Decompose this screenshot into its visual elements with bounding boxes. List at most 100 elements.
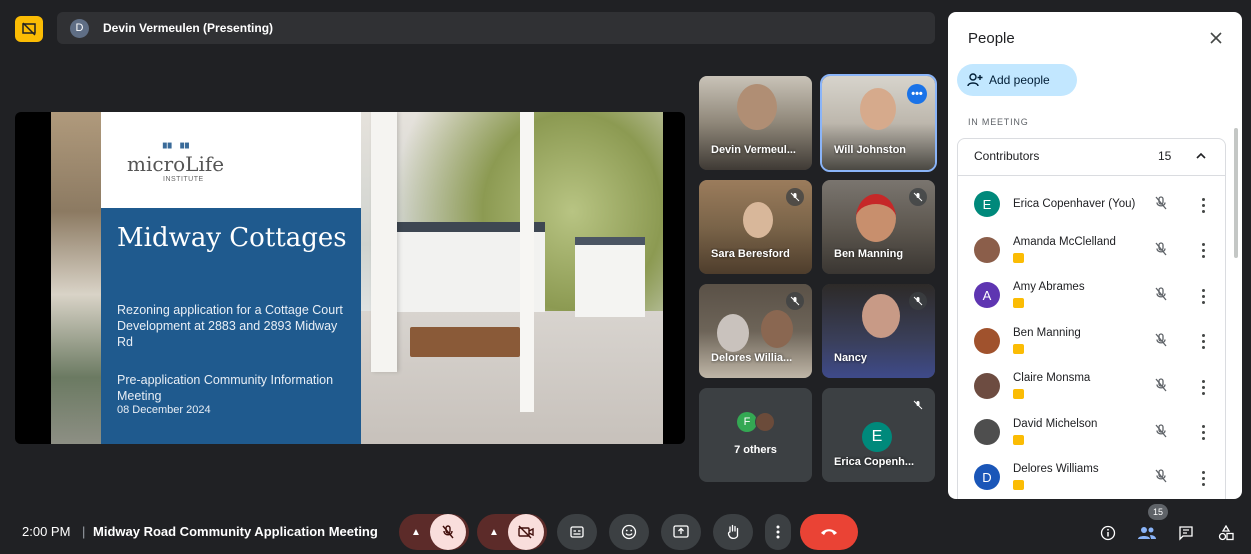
participant-name: Delores Williams (1013, 463, 1099, 475)
tile-name: Nancy (834, 352, 868, 364)
logo-text: microLife (127, 152, 225, 176)
group-count: 15 (1158, 149, 1172, 163)
chat-button[interactable] (1175, 522, 1197, 544)
participant-row[interactable]: E Erica Copenhaver (You) (958, 182, 1227, 228)
face (856, 194, 896, 242)
meeting-title: Midway Road Community Application Meetin… (93, 524, 378, 539)
slide-subtitle: Rezoning application for a Cottage Court… (117, 303, 343, 349)
add-people-button[interactable]: Add people (957, 64, 1077, 96)
participant-tile-erica[interactable]: E Erica Copenh... (822, 388, 935, 482)
more-vert-icon[interactable] (1198, 332, 1208, 352)
meeting-details-button[interactable] (1097, 522, 1119, 544)
camera-off-icon (518, 525, 534, 539)
avatar (974, 418, 1000, 445)
more-vert-icon[interactable] (1198, 286, 1208, 306)
presentation-slide: ▗▖▗▖ microLife INSTITUTE Midway Cottages… (15, 112, 685, 444)
participant-tile-delores[interactable]: Delores Willia... (699, 284, 812, 378)
avatar: E (974, 191, 1000, 217)
avatar: D (974, 464, 1000, 490)
mic-off-icon[interactable] (1153, 195, 1169, 216)
participant-row[interactable]: Amanda McClelland (958, 228, 1227, 274)
mic-off-icon[interactable] (1153, 377, 1169, 398)
participant-row[interactable]: A Amy Abrames (958, 273, 1227, 319)
divider (958, 175, 1225, 176)
more-vert-icon[interactable] (1198, 195, 1208, 215)
participant-tile-ben[interactable]: Ben Manning (822, 180, 935, 274)
participant-tile-nancy[interactable]: Nancy (822, 284, 935, 378)
face (737, 84, 777, 130)
leave-call-button[interactable] (800, 514, 858, 550)
slide-photo-left (51, 112, 101, 444)
activities-icon (1218, 525, 1234, 541)
camera-toggle-button[interactable] (508, 514, 544, 550)
logo-icon: ▗▖▗▖ (159, 138, 194, 149)
participant-tile-will[interactable]: ••• Will Johnston (820, 74, 937, 172)
mic-off-icon[interactable] (1153, 468, 1169, 489)
mic-off-icon (786, 292, 804, 310)
scrollbar[interactable] (1234, 128, 1238, 258)
mic-off-icon[interactable] (1153, 332, 1169, 353)
presenter-tag-icon (1013, 480, 1024, 490)
people-icon (1138, 527, 1156, 539)
mic-off-icon[interactable] (1153, 241, 1169, 262)
participant-tile-sara[interactable]: Sara Beresford (699, 180, 812, 274)
people-count-badge: 15 (1148, 504, 1168, 520)
emoji-icon (621, 524, 637, 540)
painting-column-2 (520, 112, 534, 412)
close-icon[interactable] (1206, 28, 1226, 48)
painting-table (410, 327, 520, 357)
painting-column (371, 112, 397, 372)
meet-window: D Devin Vermeulen (Presenting) ▗▖▗▖ micr… (0, 0, 1251, 554)
avatar: F (737, 412, 757, 432)
participant-row[interactable]: David Michelson (958, 410, 1227, 456)
others-tile[interactable]: F 7 others (699, 388, 812, 482)
presenter-tag-icon (1013, 252, 1024, 263)
slide-logo-area: ▗▖▗▖ microLife INSTITUTE (101, 112, 361, 208)
avatar: E (862, 422, 892, 452)
mic-options-button[interactable]: ▲ (402, 514, 430, 550)
participant-row[interactable]: Ben Manning (958, 319, 1227, 365)
mic-off-icon (909, 292, 927, 310)
mic-off-icon[interactable] (1153, 286, 1169, 307)
face (862, 294, 900, 338)
slide-text-panel: Midway Cottages Rezoning application for… (101, 208, 361, 444)
group-label: Contributors (974, 149, 1040, 163)
participant-tile-devin[interactable]: Devin Vermeul... (699, 76, 812, 170)
reactions-button[interactable] (609, 514, 649, 550)
info-icon (1100, 525, 1116, 541)
participant-name: Ben Manning (1013, 326, 1081, 339)
mic-off-icon[interactable] (1153, 423, 1169, 444)
mic-toggle-button[interactable] (430, 514, 466, 550)
avatar (974, 373, 1000, 399)
camera-options-button[interactable]: ▲ (480, 514, 508, 550)
slide-meeting-line: Pre-application Community Information Me… (117, 373, 334, 403)
participant-row[interactable]: D Delores Williams (958, 455, 1227, 499)
avatar (755, 412, 775, 432)
add-person-icon (967, 73, 983, 87)
people-button[interactable] (1136, 522, 1158, 544)
face (860, 88, 896, 130)
chevron-up-icon[interactable] (1195, 149, 1207, 167)
more-vert-icon[interactable] (1198, 377, 1208, 397)
more-vert-icon[interactable] (1198, 423, 1208, 443)
more-options-button[interactable] (765, 514, 791, 550)
painting-house-2 (575, 237, 645, 317)
people-panel: People Add people IN MEETING Contributor… (948, 12, 1242, 499)
more-vert-icon[interactable] (1198, 468, 1208, 488)
panel-title: People (968, 30, 1015, 47)
hang-up-icon (821, 529, 837, 535)
participant-name: Amy Abrames (1013, 281, 1085, 293)
others-label: 7 others (734, 444, 777, 456)
presentation-toggle-button[interactable] (15, 16, 43, 42)
presenter-tag-icon (1013, 343, 1024, 354)
captions-button[interactable] (557, 514, 597, 550)
separator: | (82, 524, 86, 539)
presenting-bar: D Devin Vermeulen (Presenting) (57, 12, 935, 44)
activities-button[interactable] (1215, 522, 1237, 544)
participant-row[interactable]: Claire Monsma (958, 364, 1227, 410)
more-options-icon[interactable]: ••• (907, 84, 927, 104)
more-vert-icon[interactable] (1198, 241, 1208, 261)
tile-name: Delores Willia... (711, 352, 793, 364)
raise-hand-button[interactable] (713, 514, 753, 550)
present-button[interactable] (661, 514, 701, 550)
